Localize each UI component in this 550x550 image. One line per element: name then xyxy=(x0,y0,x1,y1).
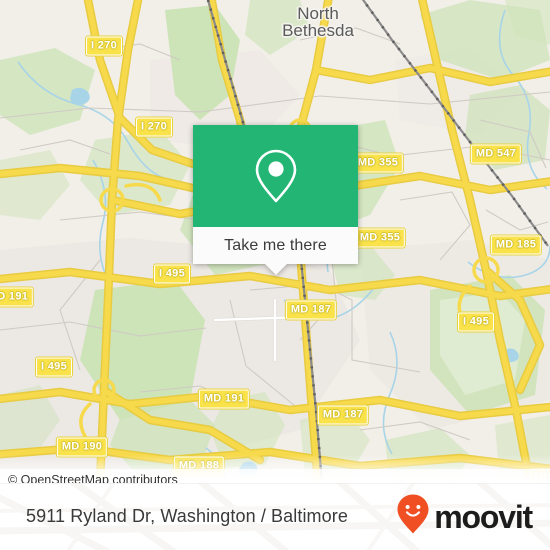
osm-attribution: © OpenStreetMap contributors xyxy=(0,469,550,483)
road-shield-md190: MD 190 xyxy=(55,436,109,458)
take-me-there-label: Take me there xyxy=(224,236,327,254)
road-shield-md185: MD 185 xyxy=(489,234,543,256)
callout-header xyxy=(193,125,358,227)
road-shield-i495-west: I 495 xyxy=(35,356,73,378)
callout-tail-icon xyxy=(264,264,287,275)
map-viewport[interactable]: .park{fill:#cde3b8;} .parkl{fill:#dfecd2… xyxy=(0,0,550,483)
road-shield-md191-west: MD 191 xyxy=(0,286,35,308)
callout-action[interactable]: Take me there xyxy=(193,227,358,275)
moovit-wordmark: moovit xyxy=(434,498,533,535)
road-shield-i495-north: I 495 xyxy=(153,263,191,285)
footer-bar: 5911 Ryland Dr, Washington / Baltimore m… xyxy=(0,483,550,550)
road-shield-md547: MD 547 xyxy=(469,143,523,165)
moovit-map-screenshot: .park{fill:#cde3b8;} .parkl{fill:#dfecd2… xyxy=(0,0,550,550)
road-shield-i495-east: I 495 xyxy=(457,311,495,333)
moovit-brand[interactable]: moovit xyxy=(396,493,533,540)
address-label: 5911 Ryland Dr, Washington / Baltimore xyxy=(26,506,348,526)
road-shield-i270-south: I 270 xyxy=(135,116,173,138)
map-pin-icon xyxy=(254,148,298,204)
road-shield-md187-north: MD 187 xyxy=(284,299,338,321)
moovit-smiley-pin-icon xyxy=(396,493,430,540)
road-shield-md355-south: MD 355 xyxy=(353,227,407,249)
footer-divider xyxy=(0,483,550,484)
road-shield-md191-south: MD 191 xyxy=(197,388,251,410)
location-callout[interactable]: Take me there xyxy=(193,125,358,275)
road-shield-md355-north: MD 355 xyxy=(351,152,405,174)
road-shield-i270-north: I 270 xyxy=(85,35,123,57)
road-shield-md187-south: MD 187 xyxy=(316,404,370,426)
